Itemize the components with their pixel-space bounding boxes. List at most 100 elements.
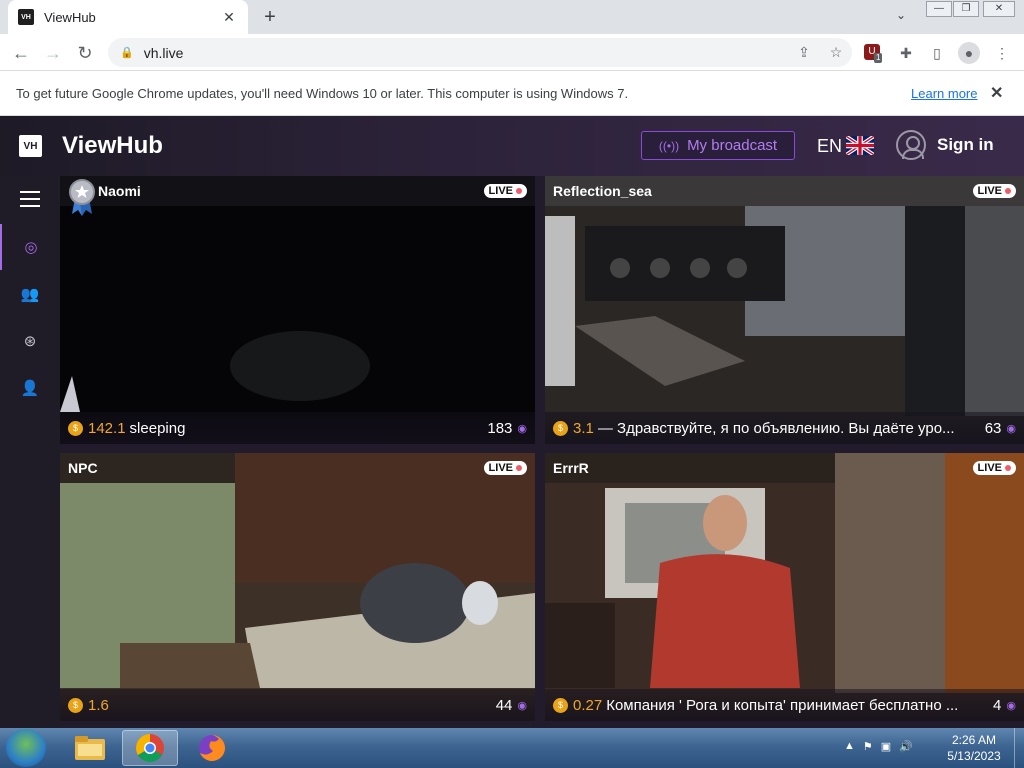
user-settings-icon: 👤	[20, 380, 40, 397]
live-badge: LIVE	[483, 461, 527, 475]
explorer-icon[interactable]	[62, 730, 118, 766]
maximize-button[interactable]: ❐	[953, 1, 979, 17]
tray-expand-icon[interactable]: ▲	[844, 740, 855, 753]
chrome-icon[interactable]	[122, 730, 178, 766]
update-infobar: To get future Google Chrome updates, you…	[0, 71, 1024, 116]
start-button[interactable]	[6, 729, 46, 767]
stream-thumbnail	[60, 453, 535, 721]
uk-flag-icon[interactable]	[846, 136, 874, 155]
stream-card[interactable]: NPC LIVE $ 1.6 44 ◉	[60, 453, 535, 721]
sidebar-item-user-settings[interactable]: 👤	[0, 365, 60, 411]
adblock-extension-icon[interactable]: U1	[864, 44, 883, 63]
eye-icon: ◉	[517, 422, 527, 435]
broadcast-label: My broadcast	[687, 137, 778, 154]
streamer-name[interactable]: Naomi	[98, 183, 141, 199]
sign-in-label: Sign in	[937, 135, 994, 154]
windows-taskbar: ▲ ⚑ ▣ 🔊 2:26 AM 5/13/2023	[0, 728, 1024, 768]
firefox-icon[interactable]	[184, 730, 240, 766]
close-window-button[interactable]: ✕	[983, 1, 1015, 17]
my-broadcast-button[interactable]: ((•)) My broadcast	[641, 131, 795, 160]
token-amount: 3.1	[573, 419, 594, 437]
stream-footer: $ 1.6 44 ◉	[60, 689, 535, 721]
browser-toolbar: ← → ↻ 🔒 vh.live ⇪ ☆ U1 ✚ ▯ ● ⋮	[0, 34, 1024, 71]
url-text[interactable]: vh.live	[144, 45, 788, 61]
streamer-name[interactable]: ErrrR	[553, 460, 589, 476]
webcam-icon: ◎	[24, 239, 38, 256]
token-coin-icon: $	[68, 697, 83, 713]
minimize-button[interactable]: —	[926, 1, 952, 17]
token-coin-icon: $	[553, 420, 568, 436]
forward-button[interactable]: →	[40, 40, 66, 66]
browser-tab[interactable]: VH ViewHub ✕	[8, 0, 248, 34]
viewer-count: 63	[984, 419, 1002, 437]
live-badge: LIVE	[483, 184, 527, 198]
stream-footer: $ 3.1 — Здравствуйте, я по объявлению. В…	[545, 412, 1024, 444]
sidebar-item-cam-heart[interactable]: ⊛	[0, 318, 60, 364]
stream-card[interactable]: Naomi LIVE $ 142.1 sleeping 183 ◉	[60, 176, 535, 444]
stream-footer: $ 142.1 sleeping 183 ◉	[60, 412, 535, 444]
infobar-close-icon[interactable]: ✕	[990, 83, 1003, 103]
tab-search-chevron-icon[interactable]: ⌄	[896, 8, 906, 22]
token-amount: 142.1	[88, 419, 126, 437]
site-favicon-icon: VH	[18, 9, 34, 25]
stream-thumbnail	[545, 453, 1024, 721]
learn-more-link[interactable]: Learn more	[911, 86, 977, 101]
language-selector[interactable]: EN	[817, 136, 842, 157]
network-icon[interactable]: ▣	[881, 740, 891, 753]
eye-icon: ◉	[517, 699, 527, 712]
infobar-message: To get future Google Chrome updates, you…	[16, 85, 629, 101]
share-icon[interactable]: ⇪	[788, 44, 820, 61]
viewer-count: 4	[993, 696, 1002, 714]
tab-title: ViewHub	[44, 9, 96, 25]
extension-badge: 1	[874, 53, 883, 63]
tab-close-icon[interactable]: ✕	[220, 9, 238, 26]
stream-topic: sleeping	[129, 419, 186, 437]
profile-avatar-icon[interactable]: ●	[958, 42, 980, 64]
side-panel-icon[interactable]: ▯	[926, 42, 948, 64]
eye-icon: ◉	[1006, 422, 1016, 435]
show-desktop-button[interactable]	[1014, 728, 1024, 768]
action-center-icon[interactable]: ⚑	[863, 740, 873, 753]
tab-strip: VH ViewHub ✕ + ⌄ — ❐ ✕	[0, 0, 1024, 34]
sidebar-item-users[interactable]: 👥	[0, 271, 60, 317]
token-coin-icon: $	[553, 697, 568, 713]
token-amount: 0.27	[573, 696, 603, 714]
viewer-count: 44	[495, 696, 513, 714]
streamer-name[interactable]: Reflection_sea	[553, 183, 652, 199]
extensions-puzzle-icon[interactable]: ✚	[895, 42, 917, 64]
logo-mark[interactable]: VH	[19, 135, 42, 157]
chrome-menu-icon[interactable]: ⋮	[991, 42, 1013, 64]
lock-icon[interactable]: 🔒	[120, 46, 134, 59]
logo-text[interactable]: ViewHub	[62, 132, 163, 160]
sidebar-item-webcam[interactable]: ◎	[0, 224, 60, 270]
clock-time: 2:26 AM	[951, 733, 997, 747]
reload-button[interactable]: ↻	[72, 40, 98, 66]
live-badge: LIVE	[972, 184, 1016, 198]
site-header: VH ViewHub ((•)) My broadcast EN Sign in	[0, 116, 1024, 176]
medal-icon	[69, 179, 95, 216]
bookmark-star-icon[interactable]: ☆	[820, 44, 852, 61]
token-amount: 1.6	[88, 696, 109, 714]
user-avatar-icon	[896, 130, 926, 160]
new-tab-button[interactable]: +	[258, 5, 282, 29]
cam-heart-icon: ⊛	[23, 333, 37, 350]
users-icon: 👥	[20, 286, 40, 303]
token-coin-icon: $	[68, 420, 83, 436]
sign-in-button[interactable]: Sign in	[896, 130, 994, 160]
hamburger-menu-icon[interactable]	[20, 191, 40, 207]
viewer-count: 183	[487, 419, 513, 437]
stream-card[interactable]: Reflection_sea LIVE $ 3.1 — Здравствуйте…	[545, 176, 1024, 444]
stream-thumbnail	[60, 176, 535, 444]
stream-topic: Компания ' Рога и копыта' принимает бесп…	[606, 696, 959, 714]
back-button[interactable]: ←	[8, 40, 34, 66]
stream-thumbnail	[545, 176, 1024, 444]
stream-footer: $ 0.27 Компания ' Рога и копыта' принима…	[545, 689, 1024, 721]
streamer-name[interactable]: NPC	[68, 460, 98, 476]
stream-card[interactable]: ErrrR LIVE $ 0.27 Компания ' Рога и копы…	[545, 453, 1024, 721]
volume-icon[interactable]: 🔊	[899, 740, 913, 753]
address-bar[interactable]: 🔒 vh.live ⇪ ☆	[108, 38, 852, 67]
viewhub-site: VH ViewHub ((•)) My broadcast EN Sign in…	[0, 116, 1024, 728]
stream-topic: — Здравствуйте, я по объявлению. Вы даёт…	[597, 419, 955, 437]
eye-icon: ◉	[1006, 699, 1016, 712]
taskbar-clock[interactable]: 2:26 AM 5/13/2023	[944, 732, 1004, 764]
